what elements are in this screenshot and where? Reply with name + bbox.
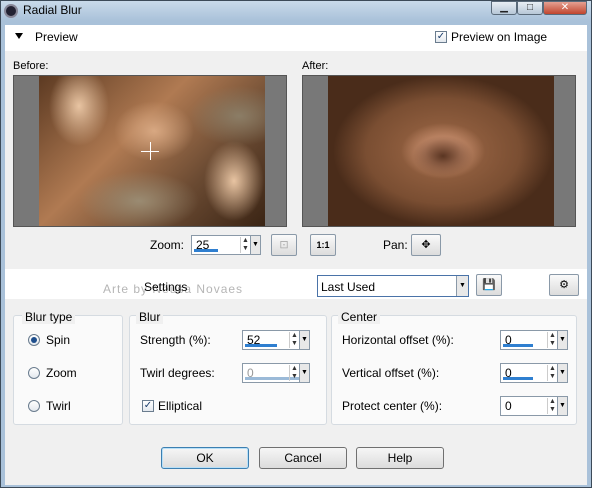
twirl-radio[interactable] bbox=[28, 400, 40, 412]
vertical-offset-slider-bar[interactable] bbox=[503, 377, 533, 380]
protect-center-stepper[interactable]: 0 ▲ ▼ ▼ bbox=[500, 396, 568, 416]
ok-button[interactable]: OK bbox=[161, 447, 249, 469]
before-label: Before: bbox=[13, 60, 49, 72]
zoom-actual-size-button[interactable]: 1:1 bbox=[310, 234, 336, 256]
cancel-button[interactable]: Cancel bbox=[259, 447, 347, 469]
window-title: Radial Blur bbox=[23, 3, 82, 17]
spin-label[interactable]: Spin bbox=[46, 333, 70, 347]
spin-arrows-icon: ▲ ▼ bbox=[289, 365, 299, 381]
after-preview bbox=[302, 75, 576, 227]
spin-arrows-icon[interactable]: ▲ ▼ bbox=[547, 365, 557, 381]
blur-group: Blur Strength (%): 52 ▲ ▼ ▼ Twirl degrees… bbox=[129, 310, 327, 425]
close-button[interactable]: ✕ bbox=[543, 1, 587, 15]
spin-radio[interactable] bbox=[28, 334, 40, 346]
twirl-degrees-label: Twirl degrees: bbox=[140, 366, 215, 380]
spin-arrows-icon[interactable]: ▲ ▼ bbox=[289, 332, 299, 348]
radial-blur-dialog: Radial Blur ▁ □ ✕ Preview ✓ Preview on I… bbox=[0, 0, 592, 488]
preview-header: Preview ✓ Preview on Image bbox=[5, 25, 587, 51]
crosshair-icon bbox=[141, 151, 159, 152]
zoom-slider-bar[interactable] bbox=[194, 249, 218, 252]
horizontal-offset-label: Horizontal offset (%): bbox=[342, 333, 454, 347]
elliptical-label[interactable]: Elliptical bbox=[158, 399, 202, 413]
horizontal-offset-stepper[interactable]: 0 ▲ ▼ ▼ bbox=[500, 330, 568, 350]
center-group: Center Horizontal offset (%): 0 ▲ ▼ ▼ Ver… bbox=[331, 310, 577, 425]
horizontal-offset-slider-bar[interactable] bbox=[503, 344, 533, 347]
zoom-radio-label[interactable]: Zoom bbox=[46, 366, 77, 380]
vertical-offset-stepper[interactable]: 0 ▲ ▼ ▼ bbox=[500, 363, 568, 383]
twirl-degrees-stepper: 0 ▲ ▼ ▼ bbox=[242, 363, 310, 383]
load-preset-button[interactable]: ⚙ bbox=[549, 274, 579, 296]
title-bar[interactable]: Radial Blur ▁ □ ✕ bbox=[1, 1, 591, 21]
dropdown-arrow-icon[interactable]: ▼ bbox=[557, 364, 567, 382]
help-button[interactable]: Help bbox=[356, 447, 444, 469]
dropdown-arrow-icon: ▼ bbox=[299, 364, 309, 382]
zoom-radio[interactable] bbox=[28, 367, 40, 379]
settings-label: Settings bbox=[144, 280, 188, 294]
spin-arrows-icon[interactable]: ▲ ▼ bbox=[547, 332, 557, 348]
settings-preset-select[interactable]: Last Used ▼ bbox=[317, 275, 469, 297]
dropdown-arrow-icon[interactable]: ▼ bbox=[557, 397, 567, 415]
elliptical-checkbox[interactable]: ✓ bbox=[142, 400, 154, 412]
pan-label: Pan: bbox=[383, 238, 408, 252]
zoom-fit-button[interactable]: ⊡ bbox=[271, 234, 297, 256]
before-preview[interactable] bbox=[13, 75, 287, 227]
settings-bar: Arte by Neusa Novaes Settings Last Used … bbox=[5, 269, 587, 299]
blur-type-group: Blur type Spin Zoom Twirl bbox=[13, 310, 123, 425]
after-label: After: bbox=[302, 60, 329, 72]
dropdown-arrow-icon[interactable]: ▼ bbox=[557, 331, 567, 349]
blur-type-title: Blur type bbox=[22, 310, 76, 324]
zoom-stepper[interactable]: 25 ▲ ▼ ▼ bbox=[191, 235, 261, 255]
dropdown-arrow-icon[interactable]: ▼ bbox=[299, 331, 309, 349]
pan-move-icon[interactable]: ✥ bbox=[411, 234, 441, 256]
settings-preset-value[interactable]: Last Used bbox=[321, 280, 375, 294]
protect-center-label: Protect center (%): bbox=[342, 399, 443, 413]
spin-arrows-icon[interactable]: ▲ ▼ bbox=[240, 237, 250, 253]
collapse-triangle-icon[interactable] bbox=[15, 33, 23, 39]
preview-on-image-label[interactable]: Preview on Image bbox=[451, 30, 547, 44]
blur-title: Blur bbox=[136, 310, 164, 324]
vertical-offset-label: Vertical offset (%): bbox=[342, 366, 440, 380]
app-icon bbox=[4, 4, 18, 18]
save-preset-button[interactable]: 💾 bbox=[476, 274, 502, 296]
protect-center-value[interactable]: 0 bbox=[505, 399, 512, 413]
twirl-label[interactable]: Twirl bbox=[46, 399, 71, 413]
strength-label: Strength (%): bbox=[140, 333, 211, 347]
dialog-body: Preview ✓ Preview on Image Before: After… bbox=[5, 25, 587, 485]
dropdown-arrow-icon[interactable]: ▼ bbox=[250, 236, 260, 254]
after-image bbox=[328, 76, 554, 226]
chevron-down-icon[interactable]: ▼ bbox=[456, 276, 468, 296]
center-title: Center bbox=[338, 310, 381, 324]
preview-on-image-checkbox[interactable]: ✓ bbox=[435, 31, 447, 43]
zoom-label: Zoom: bbox=[150, 238, 185, 252]
preview-label[interactable]: Preview bbox=[35, 30, 78, 44]
strength-stepper[interactable]: 52 ▲ ▼ ▼ bbox=[242, 330, 310, 350]
spin-arrows-icon[interactable]: ▲ ▼ bbox=[547, 398, 557, 414]
strength-slider-bar[interactable] bbox=[245, 344, 277, 347]
minimize-button[interactable]: ▁ bbox=[491, 1, 517, 15]
maximize-button[interactable]: □ bbox=[517, 1, 543, 15]
